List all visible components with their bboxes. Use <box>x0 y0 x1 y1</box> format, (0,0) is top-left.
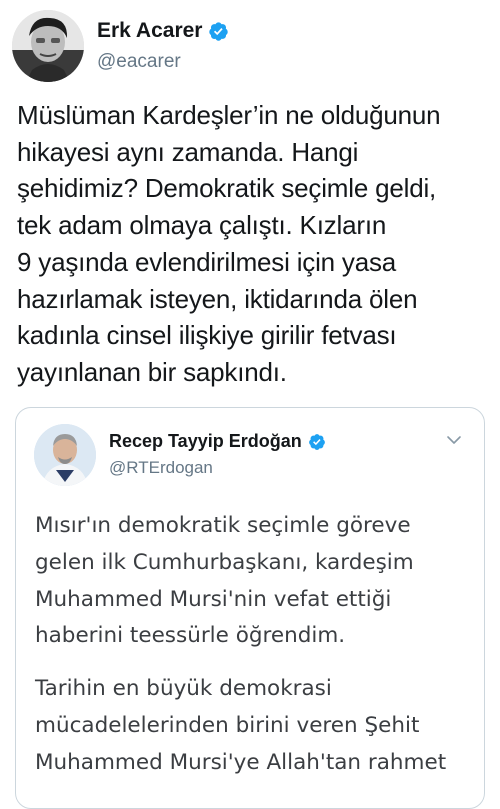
quoted-author-avatar[interactable] <box>34 424 96 486</box>
quoted-paragraph: Mısır'ın demokratik seçimle göreve gelen… <box>35 513 414 649</box>
quoted-author-info: Recep Tayyip Erdoğan @RTErdogan <box>109 431 326 478</box>
quoted-avatar-image <box>34 424 96 486</box>
quoted-tweet-card[interactable]: Recep Tayyip Erdoğan @RTErdogan Mısır'ın… <box>15 407 485 809</box>
author-name[interactable]: Erk Acarer <box>97 19 202 43</box>
tweet-text: Müslüman Kardeşler’in ne olduğunun hikay… <box>17 100 441 387</box>
author-handle[interactable]: @eacarer <box>97 51 229 73</box>
author-name-row: Erk Acarer <box>97 19 229 43</box>
verified-badge-icon <box>208 21 229 42</box>
chevron-down-icon[interactable] <box>446 432 462 448</box>
author-info: Erk Acarer @eacarer <box>97 19 229 73</box>
quoted-author-handle[interactable]: @RTErdogan <box>109 458 326 478</box>
author-avatar-image <box>12 10 84 82</box>
verified-badge-icon <box>308 433 326 451</box>
quoted-author-name[interactable]: Recep Tayyip Erdoğan <box>109 431 302 452</box>
quoted-paragraph: Tarihin en büyük demokrasi mücadelelerin… <box>35 676 447 775</box>
tweet: Erk Acarer @eacarer Müslüman Kardeşler’i… <box>0 0 500 809</box>
author-avatar[interactable] <box>12 10 84 82</box>
quoted-name-row: Recep Tayyip Erdoğan <box>109 431 326 452</box>
quoted-tweet-text: Mısır'ın demokratik seçimle göreve gelen… <box>35 508 475 798</box>
